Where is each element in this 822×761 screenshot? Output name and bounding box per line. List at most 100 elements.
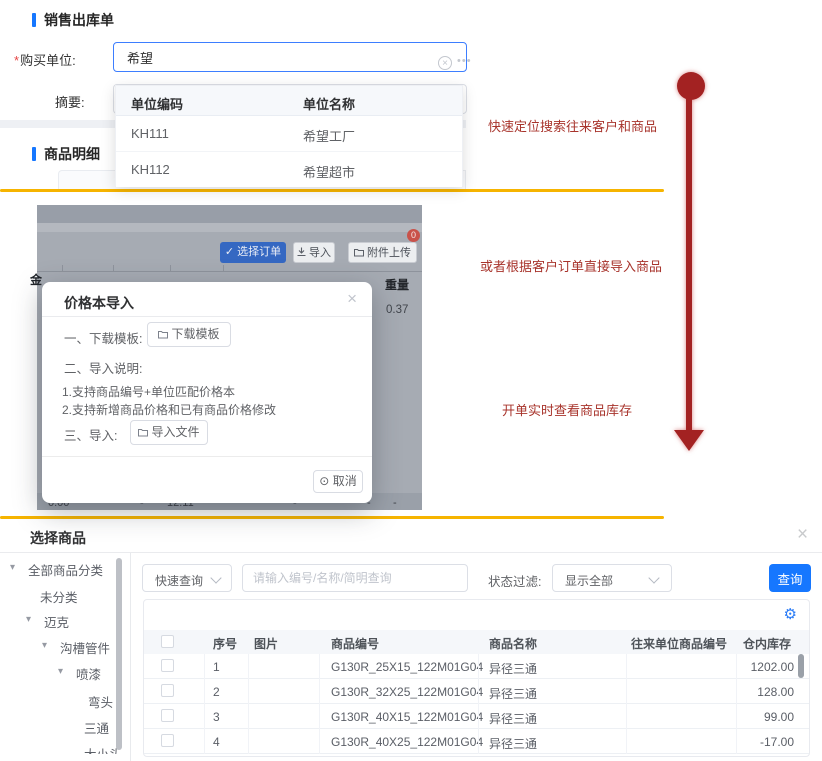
query-button[interactable]: 查询 — [769, 564, 811, 592]
attachment-upload-button[interactable]: 附件上传 — [348, 242, 417, 263]
cell-name: 异径三通 — [489, 685, 537, 702]
row-checkbox[interactable] — [161, 709, 174, 722]
import-button[interactable]: 导入 — [293, 242, 335, 263]
dropdown-header: 单位编码 单位名称 — [116, 86, 462, 116]
caret-down-icon[interactable]: ▾ — [42, 640, 47, 651]
tree-item-elbow[interactable]: 弯头 — [88, 692, 113, 711]
caret-down-icon[interactable]: ▾ — [58, 666, 63, 677]
dropdown-code-header: 单位编码 — [131, 94, 183, 113]
chevron-down-icon — [210, 572, 221, 583]
screenshot-table-line — [37, 271, 422, 272]
header-partner-code: 往来单位商品编号 — [631, 635, 727, 652]
picker-title: 选择商品 — [30, 528, 86, 548]
table-row[interactable]: 4 G130R_40X25_122M01G04 异径三通 -17.00 — [144, 729, 809, 754]
tree-item-all-categories[interactable]: 全部商品分类 — [28, 560, 103, 579]
cell-name: 异径三通 — [489, 735, 537, 752]
unit-code: KH111 — [131, 126, 169, 141]
buyer-input[interactable] — [113, 42, 467, 72]
folder-icon — [354, 248, 364, 257]
tree-item-maike[interactable]: 迈克 — [44, 612, 69, 631]
column-tick — [223, 265, 224, 271]
clear-input-icon[interactable]: × — [438, 56, 452, 70]
more-options-icon[interactable]: ••• — [457, 55, 472, 67]
tutorial-page: 销售出库单 *购买单位: × ••• 摘要: 商品明细 单位编码 单位名称 KH… — [0, 0, 822, 761]
cell-code: G130R_40X25_122M01G04 — [331, 735, 483, 749]
annotation-realtime-stock: 开单实时查看商品库存 — [502, 400, 632, 419]
caret-down-icon[interactable]: ▾ — [10, 562, 15, 573]
dropdown-row[interactable]: KH112 希望超市 — [116, 152, 462, 187]
quick-query-select[interactable]: 快速查询 — [142, 564, 232, 592]
cell-stock: 128.00 — [694, 685, 794, 699]
yellow-divider-2 — [0, 516, 664, 519]
tree-item-painted[interactable]: 喷漆 — [76, 664, 101, 683]
status-filter-label: 状态过滤: — [488, 571, 541, 590]
column-divider — [248, 654, 249, 754]
cancel-button[interactable]: ⊙ 取消 — [313, 470, 363, 493]
column-divider — [319, 654, 320, 754]
weight-value: 0.37 — [386, 304, 408, 316]
tree-content-divider — [130, 553, 131, 761]
row-checkbox[interactable] — [161, 659, 174, 672]
table-row[interactable]: 1 G130R_25X15_122M01G04 异径三通 1202.00 — [144, 654, 809, 679]
cell-name: 异径三通 — [489, 710, 537, 727]
screenshot-light-band — [37, 223, 422, 232]
annotation-import-from-order: 或者根据客户订单直接导入商品 — [480, 256, 662, 275]
picker-close-icon[interactable]: × — [797, 524, 808, 546]
table-row[interactable]: 2 G130R_32X25_122M01G04 异径三通 128.00 — [144, 679, 809, 704]
table-header-row: 序号 图片 商品编号 商品名称 往来单位商品编号 仓内库存 — [144, 630, 809, 654]
header-name: 商品名称 — [489, 635, 537, 652]
quick-query-value: 快速查询 — [155, 572, 203, 589]
cell-stock: -17.00 — [694, 735, 794, 749]
column-tick — [113, 265, 114, 271]
cell-stock: 1202.00 — [694, 660, 794, 674]
header-seq: 序号 — [213, 635, 237, 652]
arrow-head-icon — [674, 430, 704, 451]
required-asterisk: * — [14, 53, 19, 68]
tree-scrollbar[interactable] — [116, 558, 122, 750]
tree-item-grooved-fittings[interactable]: 沟槽管件 — [60, 638, 110, 657]
instruction-2: 2.支持新增商品价格和已有商品价格修改 — [62, 401, 276, 418]
attachment-badge: 0 — [407, 229, 420, 242]
instruction-1: 1.支持商品编号+单位匹配价格本 — [62, 383, 235, 400]
modal-close-icon[interactable]: × — [347, 289, 357, 309]
title-accent-bar — [32, 147, 36, 161]
gear-icon[interactable]: ⚙ — [784, 605, 797, 623]
header-code: 商品编号 — [331, 635, 379, 652]
header-stock: 仓内库存 — [743, 635, 791, 652]
dropdown-row[interactable]: KH111 希望工厂 — [116, 116, 462, 152]
arrow-shaft — [686, 96, 692, 432]
sales-order-title: 销售出库单 — [44, 12, 114, 28]
status-filter-select[interactable]: 显示全部 — [552, 564, 672, 592]
dropdown-name-header: 单位名称 — [303, 94, 355, 113]
download-template-button[interactable]: 下载模板 — [147, 322, 231, 347]
caret-down-icon[interactable]: ▾ — [26, 614, 31, 625]
table-scrollbar[interactable] — [798, 654, 804, 678]
download-icon — [297, 247, 306, 257]
tree-item-uncategorized[interactable]: 未分类 — [40, 587, 78, 606]
cell-stock: 99.00 — [694, 710, 794, 724]
check-icon: ✓ — [225, 246, 237, 258]
price-book-import-modal: 价格本导入 × 一、下载模板: 下载模板 二、导入说明: 1.支持商品编号+单位… — [42, 282, 372, 503]
summary-label: 摘要: — [55, 92, 85, 111]
header-image: 图片 — [254, 635, 278, 652]
select-all-checkbox[interactable] — [161, 635, 174, 648]
partial-column-text: 金 — [30, 271, 42, 288]
row-checkbox[interactable] — [161, 734, 174, 747]
table-row[interactable]: 3 G130R_40X15_122M01G04 异径三通 99.00 — [144, 704, 809, 729]
cell-seq: 1 — [213, 660, 220, 674]
step1-label: 一、下载模板: — [64, 328, 142, 347]
select-order-button[interactable]: ✓ 选择订单 — [220, 242, 286, 263]
unit-name: 希望超市 — [303, 162, 355, 181]
chevron-down-icon — [648, 572, 659, 583]
tree-item-tee[interactable]: 三通 — [84, 718, 109, 737]
buyer-suggestion-dropdown: 单位编码 单位名称 KH111 希望工厂 KH112 希望超市 — [115, 85, 463, 186]
step2-label: 二、导入说明: — [64, 358, 142, 377]
product-search-input[interactable] — [242, 564, 468, 592]
step3-label: 三、导入: — [64, 425, 117, 444]
import-file-button[interactable]: 导入文件 — [130, 420, 208, 445]
title-accent-bar — [32, 13, 36, 27]
cell-seq: 2 — [213, 685, 220, 699]
folder-icon — [138, 428, 148, 437]
buyer-field-label: *购买单位: — [14, 50, 76, 69]
row-checkbox[interactable] — [161, 684, 174, 697]
